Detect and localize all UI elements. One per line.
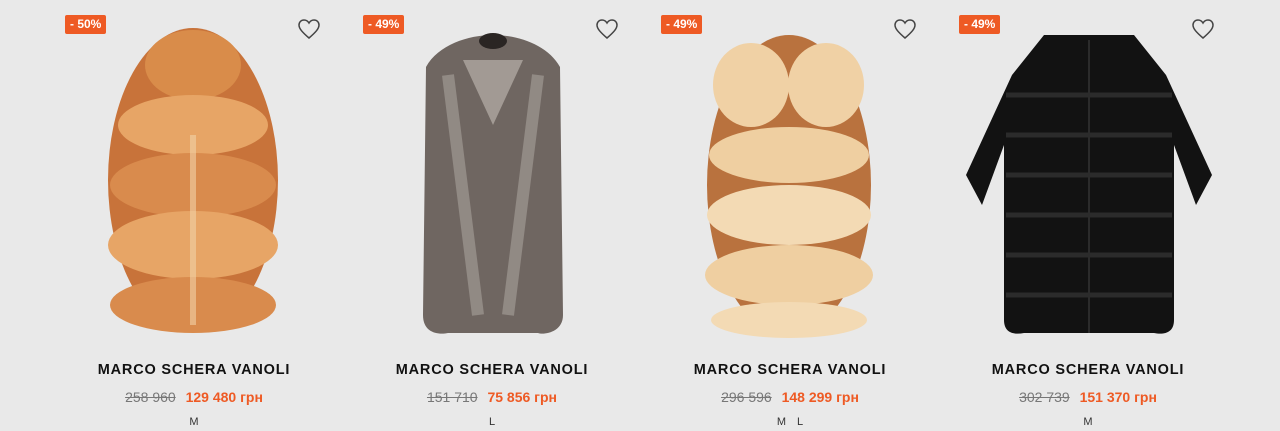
product-card[interactable]: - 49% MARCO SCHERA VANOLI 296 596 148 29… — [596, 0, 916, 431]
old-price: 302 739 — [1019, 389, 1070, 405]
size-option[interactable]: M — [1083, 416, 1092, 428]
discount-badge: - 49% — [661, 15, 703, 34]
product-card[interactable]: - 49% MARCO SCHERA VANOLI 302 739 151 37… — [894, 0, 1214, 431]
heart-outline-icon[interactable] — [1191, 18, 1215, 40]
size-list: M — [894, 416, 1280, 428]
product-brand[interactable]: MARCO SCHERA VANOLI — [894, 362, 1280, 378]
sale-price: 151 370 грн — [1079, 389, 1157, 405]
size-option[interactable]: L — [489, 416, 495, 428]
discount-badge: - 50% — [65, 15, 107, 34]
price-row: 302 739 151 370 грн — [894, 389, 1280, 405]
discount-badge: - 49% — [959, 15, 1001, 34]
size-option[interactable]: M — [189, 416, 198, 428]
product-grid: - 50% MARCO SCHERA VANOLI 258 960 129 48… — [0, 0, 1280, 431]
product-image[interactable] — [934, 15, 1252, 340]
product-card[interactable]: - 49% MARCO SCHERA VANOLI 151 710 75 856… — [298, 0, 618, 431]
product-card[interactable]: - 50% MARCO SCHERA VANOLI 258 960 129 48… — [0, 0, 320, 431]
discount-badge: - 49% — [363, 15, 405, 34]
size-option[interactable]: M — [777, 416, 786, 428]
sale-price: 75 856 грн — [487, 389, 558, 405]
size-option[interactable]: L — [797, 416, 803, 428]
old-price: 296 596 — [721, 389, 772, 405]
old-price: 258 960 — [125, 389, 176, 405]
sale-price: 129 480 грн — [185, 389, 263, 405]
sale-price: 148 299 грн — [781, 389, 859, 405]
old-price: 151 710 — [426, 389, 478, 405]
